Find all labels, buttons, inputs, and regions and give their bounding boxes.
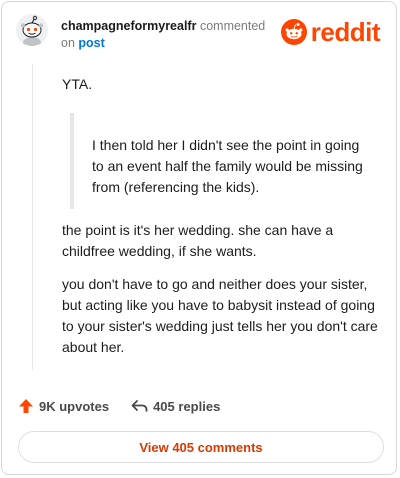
comment-attribution: champagneformyrealfr commented on post xyxy=(61,18,276,52)
reddit-logo[interactable]: reddit xyxy=(280,17,381,47)
upvote-button[interactable]: 9K upvotes xyxy=(18,398,109,414)
upvote-count: 9K upvotes xyxy=(39,398,110,414)
reply-count: 405 replies xyxy=(153,398,221,414)
view-comments-button[interactable]: View 405 comments xyxy=(18,431,384,463)
username-link[interactable]: champagneformyrealfr xyxy=(61,19,196,33)
thread-line xyxy=(32,64,33,370)
post-link[interactable]: post xyxy=(78,36,104,50)
snoo-avatar-icon xyxy=(16,14,48,46)
on-text: on xyxy=(61,36,75,50)
user-avatar[interactable] xyxy=(16,14,48,46)
comment-embed-card: champagneformyrealfr commented on post r… xyxy=(1,1,397,475)
comment-paragraph: YTA. xyxy=(62,76,93,92)
blockquote: I then told her I didn't see the point i… xyxy=(70,113,370,209)
reddit-snoo-icon xyxy=(280,19,307,45)
reply-arrow-icon xyxy=(131,400,148,412)
commented-text: commented xyxy=(199,19,266,33)
comment-paragraph: the point is it's her wedding. she can h… xyxy=(62,222,334,259)
upvote-arrow-icon xyxy=(19,399,33,413)
replies-button[interactable]: 405 replies xyxy=(131,398,220,414)
comment-actions: 9K upvotes 405 replies xyxy=(18,398,220,414)
comment-paragraph: you don't have to go and neither does yo… xyxy=(62,276,378,355)
reddit-wordmark: reddit xyxy=(310,17,381,47)
quote-text: I then told her I didn't see the point i… xyxy=(92,137,363,195)
